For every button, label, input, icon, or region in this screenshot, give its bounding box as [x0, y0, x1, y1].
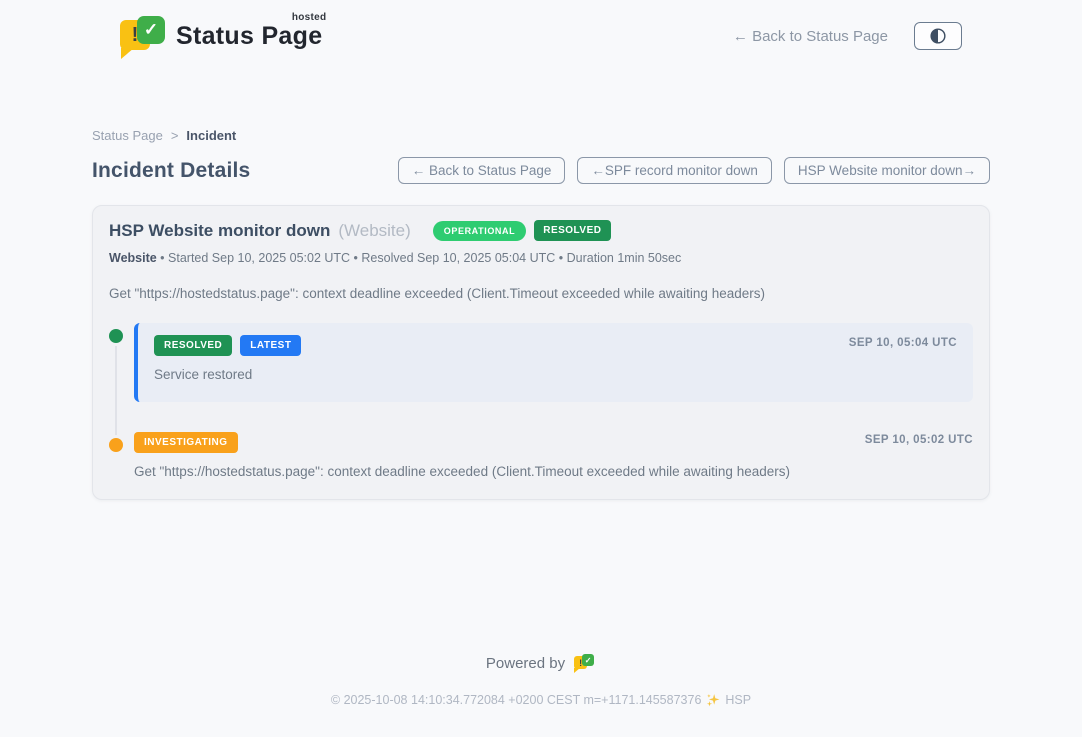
back-to-status-page-link[interactable]: ← Back to Status Page	[733, 28, 888, 45]
timeline-item: INVESTIGATING SEP 10, 05:02 UTC Get "htt…	[109, 432, 973, 479]
powered-by-label: Powered by	[486, 655, 565, 672]
copyright-text: © 2025-10-08 14:10:34.772084 +0200 CEST …	[331, 693, 702, 707]
incident-card: HSP Website monitor down (Website) OPERA…	[92, 205, 990, 500]
breadcrumb: Status Page > Incident	[92, 128, 990, 143]
incident-meta: Website • Started Sep 10, 2025 05:02 UTC…	[109, 251, 973, 265]
timeline-badges: RESOLVED LATEST	[154, 335, 957, 356]
sparkles-icon	[706, 693, 720, 707]
page-title: Incident Details	[92, 159, 250, 183]
timeline-item: RESOLVED LATEST SEP 10, 05:04 UTC Service…	[109, 323, 973, 402]
contrast-icon	[929, 27, 947, 45]
status-badge: RESOLVED	[154, 335, 232, 356]
timeline-message: Service restored	[154, 367, 957, 382]
timeline-timestamp: SEP 10, 05:02 UTC	[865, 434, 973, 446]
timeline-dot-icon	[109, 329, 123, 343]
back-to-status-page-button[interactable]: ← Back to Status Page	[398, 157, 566, 184]
brand-logo[interactable]: ! ✓ Status Page hosted	[120, 14, 322, 58]
incident-description: Get "https://hostedstatus.page": context…	[109, 286, 973, 301]
timeline-dot-icon	[109, 438, 123, 452]
top-bar: ! ✓ Status Page hosted ← Back to Status …	[0, 0, 1082, 58]
timeline-badges: INVESTIGATING	[134, 432, 973, 453]
footer-logo-icon[interactable]: ! ✓	[574, 652, 596, 674]
footer: Powered by ! ✓ © 2025-10-08 14:10:34.772…	[0, 652, 1082, 707]
checkmark-icon: ✓	[137, 16, 165, 44]
timeline-message: Get "https://hostedstatus.page": context…	[134, 464, 973, 479]
meta-component: Website	[109, 251, 157, 265]
brand-superscript: hosted	[292, 12, 327, 23]
breadcrumb-separator: >	[171, 128, 179, 143]
breadcrumb-root[interactable]: Status Page	[92, 128, 163, 143]
breadcrumb-current: Incident	[186, 128, 236, 143]
copyright-line: © 2025-10-08 14:10:34.772084 +0200 CEST …	[0, 693, 1082, 707]
meta-details: • Started Sep 10, 2025 05:02 UTC • Resol…	[157, 251, 682, 265]
timeline: RESOLVED LATEST SEP 10, 05:04 UTC Service…	[109, 323, 973, 479]
operational-badge: OPERATIONAL	[433, 221, 526, 241]
prev-incident-button[interactable]: ←SPF record monitor down	[577, 157, 772, 184]
footer-brand-suffix: HSP	[725, 693, 751, 707]
timeline-timestamp: SEP 10, 05:04 UTC	[849, 337, 957, 349]
brand-name: Status Page hosted	[176, 22, 322, 51]
status-badge: LATEST	[240, 335, 301, 356]
theme-toggle-button[interactable]	[914, 22, 962, 50]
status-badge: INVESTIGATING	[134, 432, 238, 453]
incident-nav-buttons: ← Back to Status Page ←SPF record monito…	[398, 157, 990, 184]
next-incident-button[interactable]: HSP Website monitor down→	[784, 157, 990, 184]
resolved-badge: RESOLVED	[534, 220, 610, 241]
status-page-logo-icon: ! ✓	[120, 14, 166, 58]
incident-component: (Website)	[338, 221, 410, 241]
checkmark-icon: ✓	[582, 654, 594, 666]
incident-title: HSP Website monitor down	[109, 221, 330, 241]
